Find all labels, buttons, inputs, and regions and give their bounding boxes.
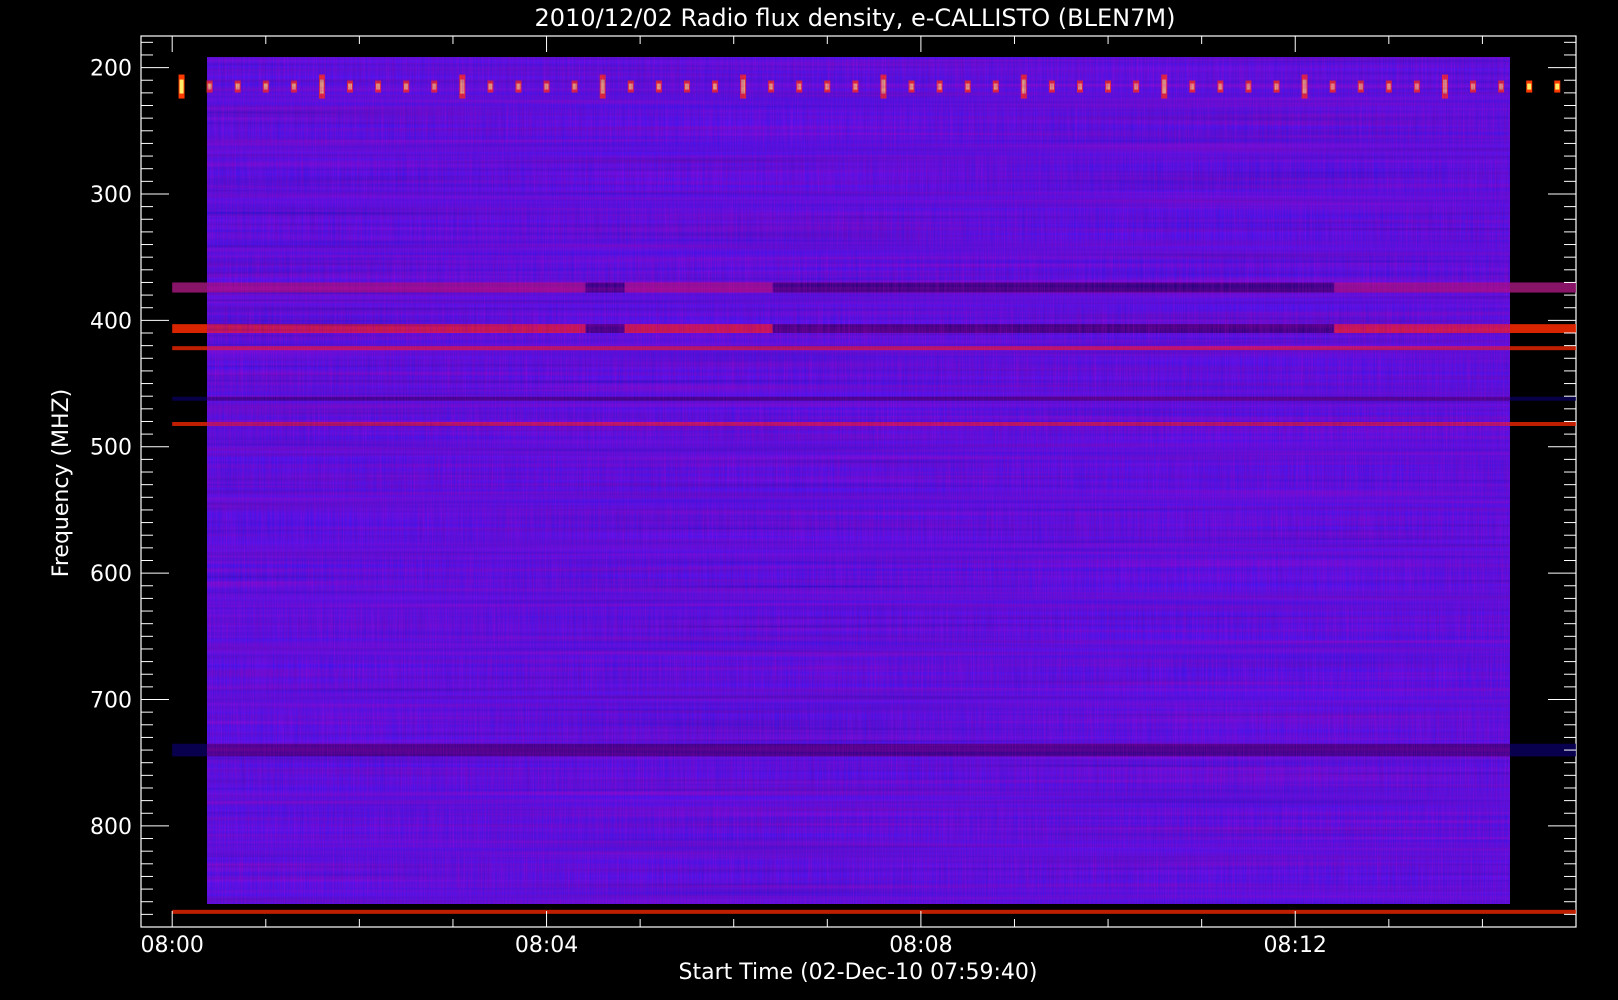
y-tick-label: 500 xyxy=(90,436,132,461)
y-tick-label: 800 xyxy=(90,815,132,840)
y-tick-label: 700 xyxy=(90,689,132,714)
x-tick-label: 08:04 xyxy=(515,933,578,958)
plot-area xyxy=(140,35,1577,928)
heatmap-horizontal-grain xyxy=(207,57,1510,904)
y-tick-label: 400 xyxy=(90,309,132,334)
burst-core-49 xyxy=(1555,83,1560,90)
burst-core-48 xyxy=(1527,83,1532,90)
x-tick-label: 08:12 xyxy=(1264,933,1327,958)
spectrogram-chart: 2010/12/02 Radio flux density, e-CALLIST… xyxy=(49,4,1577,985)
y-axis-label: Frequency (MHZ) xyxy=(49,389,74,577)
chart-title: 2010/12/02 Radio flux density, e-CALLIST… xyxy=(535,4,1176,32)
y-tick-label: 300 xyxy=(90,183,132,208)
y-tick-label: 600 xyxy=(90,562,132,587)
y-tick-label: 200 xyxy=(90,57,132,82)
line-7 xyxy=(172,909,1576,914)
x-axis-label: Start Time (02-Dec-10 07:59:40) xyxy=(679,960,1038,985)
x-tick-label: 08:00 xyxy=(140,933,203,958)
burst-core-0 xyxy=(179,79,184,94)
x-tick-label: 08:08 xyxy=(889,933,952,958)
